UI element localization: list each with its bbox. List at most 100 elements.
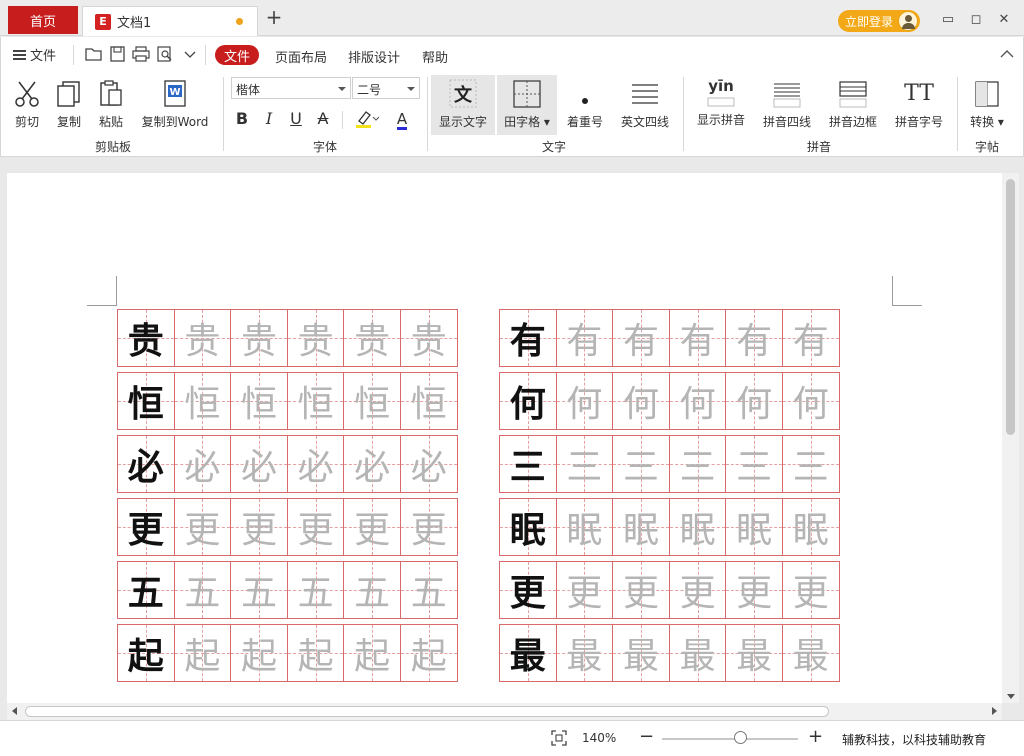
menu-tab-page-layout[interactable]: 页面布局 (275, 47, 327, 66)
model-character-cell[interactable]: 最 (499, 624, 557, 682)
model-character-cell[interactable]: 贵 (117, 309, 175, 367)
trace-character-cell[interactable]: 必 (286, 435, 345, 493)
english-four-lines-button[interactable]: 英文四线 (617, 79, 673, 130)
tab-document[interactable]: E 文档1 (82, 6, 258, 36)
vertical-scroll-thumb[interactable] (1006, 179, 1015, 435)
italic-button[interactable]: I (260, 109, 278, 129)
model-character-cell[interactable]: 更 (117, 498, 175, 556)
print-icon[interactable] (132, 46, 150, 62)
trace-character-cell[interactable]: 何 (555, 372, 614, 430)
trace-character-cell[interactable]: 有 (668, 309, 727, 367)
trace-character-cell[interactable]: 最 (668, 624, 727, 682)
paste-button[interactable]: 粘贴 (93, 79, 129, 130)
pinyin-border-button[interactable]: 拼音边框 (825, 79, 881, 130)
menu-tab-help[interactable]: 帮助 (422, 47, 448, 66)
trace-character-cell[interactable]: 五 (343, 561, 401, 619)
scroll-down-arrow-icon[interactable] (1007, 694, 1015, 699)
tab-home[interactable]: 首页 (8, 6, 78, 34)
trace-character-cell[interactable]: 最 (555, 624, 614, 682)
trace-character-cell[interactable]: 起 (173, 624, 232, 682)
pinyin-four-lines-button[interactable]: 拼音四线 (759, 79, 815, 130)
trace-character-cell[interactable]: 贵 (399, 309, 458, 367)
vertical-scrollbar[interactable] (1002, 173, 1019, 703)
model-character-cell[interactable]: 有 (499, 309, 557, 367)
pinyin-font-size-button[interactable]: TT 拼音字号 (891, 79, 947, 130)
model-character-cell[interactable]: 更 (499, 561, 557, 619)
trace-character-cell[interactable]: 何 (668, 372, 727, 430)
trace-character-cell[interactable]: 起 (399, 624, 458, 682)
trace-character-cell[interactable]: 五 (286, 561, 345, 619)
trace-character-cell[interactable]: 起 (343, 624, 401, 682)
trace-character-cell[interactable]: 必 (173, 435, 232, 493)
fit-page-icon[interactable] (551, 730, 567, 746)
trace-character-cell[interactable]: 更 (555, 561, 614, 619)
trace-character-cell[interactable]: 恒 (230, 372, 288, 430)
cut-button[interactable]: 剪切 (9, 79, 45, 130)
trace-character-cell[interactable]: 恒 (343, 372, 401, 430)
trace-character-cell[interactable]: 何 (725, 372, 783, 430)
zoom-in-button[interactable]: + (808, 726, 823, 747)
font-family-select[interactable]: 楷体 (231, 77, 351, 99)
collapse-ribbon-icon[interactable] (999, 47, 1015, 61)
trace-character-cell[interactable]: 眠 (668, 498, 727, 556)
trace-character-cell[interactable]: 五 (230, 561, 288, 619)
trace-character-cell[interactable]: 有 (555, 309, 614, 367)
file-menu-button[interactable]: 文件 (13, 45, 56, 64)
trace-character-cell[interactable]: 最 (612, 624, 670, 682)
trace-character-cell[interactable]: 恒 (173, 372, 232, 430)
save-icon[interactable] (109, 46, 127, 62)
horizontal-scrollbar[interactable] (7, 703, 1002, 720)
show-pinyin-button[interactable]: yīn 显示拼音 (693, 77, 749, 128)
trace-character-cell[interactable]: 有 (612, 309, 670, 367)
font-size-select[interactable]: 二号 (352, 77, 420, 99)
trace-character-cell[interactable]: 更 (230, 498, 288, 556)
scroll-right-arrow-icon[interactable] (992, 707, 997, 715)
trace-character-cell[interactable]: 恒 (286, 372, 345, 430)
copy-to-word-button[interactable]: W 复制到Word (139, 79, 211, 130)
login-button[interactable]: 立即登录 (838, 10, 920, 32)
zoom-out-button[interactable]: − (639, 726, 654, 747)
model-character-cell[interactable]: 必 (117, 435, 175, 493)
document-canvas[interactable]: 贵贵贵贵贵贵恒恒恒恒恒恒必必必必必必更更更更更更五五五五五五起起起起起起 有有有… (7, 173, 1002, 703)
trace-character-cell[interactable]: 更 (612, 561, 670, 619)
highlight-button[interactable] (353, 109, 380, 129)
model-character-cell[interactable]: 起 (117, 624, 175, 682)
trace-character-cell[interactable]: 五 (173, 561, 232, 619)
menu-tab-layout-design[interactable]: 排版设计 (348, 47, 400, 66)
trace-character-cell[interactable]: 贵 (286, 309, 345, 367)
strikethrough-button[interactable]: A (314, 109, 332, 129)
trace-character-cell[interactable]: 最 (725, 624, 783, 682)
trace-character-cell[interactable]: 更 (343, 498, 401, 556)
menu-tab-file-active[interactable]: 文件 (215, 45, 259, 65)
trace-character-cell[interactable]: 眠 (725, 498, 783, 556)
trace-character-cell[interactable]: 眠 (555, 498, 614, 556)
horizontal-scroll-thumb[interactable] (25, 706, 829, 717)
trace-character-cell[interactable]: 五 (399, 561, 458, 619)
trace-character-cell[interactable]: 起 (286, 624, 345, 682)
trace-character-cell[interactable]: 必 (343, 435, 401, 493)
trace-character-cell[interactable]: 更 (725, 561, 783, 619)
zoom-slider-track[interactable] (662, 738, 798, 740)
trace-character-cell[interactable]: 最 (781, 624, 840, 682)
trace-character-cell[interactable]: 更 (399, 498, 458, 556)
scroll-left-arrow-icon[interactable] (12, 707, 17, 715)
trace-character-cell[interactable]: 更 (781, 561, 840, 619)
trace-character-cell[interactable]: 必 (230, 435, 288, 493)
trace-character-cell[interactable]: 眠 (612, 498, 670, 556)
trace-character-cell[interactable]: 三 (668, 435, 727, 493)
zoom-slider-knob[interactable] (734, 731, 747, 744)
emphasis-mark-button[interactable]: 着重号 (563, 79, 607, 130)
trace-character-cell[interactable]: 三 (781, 435, 840, 493)
add-tab-button[interactable]: + (264, 7, 284, 28)
model-character-cell[interactable]: 恒 (117, 372, 175, 430)
bold-button[interactable]: B (233, 109, 251, 129)
trace-character-cell[interactable]: 眠 (781, 498, 840, 556)
trace-character-cell[interactable]: 贵 (230, 309, 288, 367)
customize-quick-access-icon[interactable] (181, 46, 199, 62)
convert-button[interactable]: 转换 ▾ (965, 79, 1009, 130)
maximize-button[interactable]: ◻ (966, 10, 986, 30)
trace-character-cell[interactable]: 更 (173, 498, 232, 556)
open-folder-icon[interactable] (85, 46, 103, 62)
trace-character-cell[interactable]: 何 (781, 372, 840, 430)
trace-character-cell[interactable]: 有 (725, 309, 783, 367)
